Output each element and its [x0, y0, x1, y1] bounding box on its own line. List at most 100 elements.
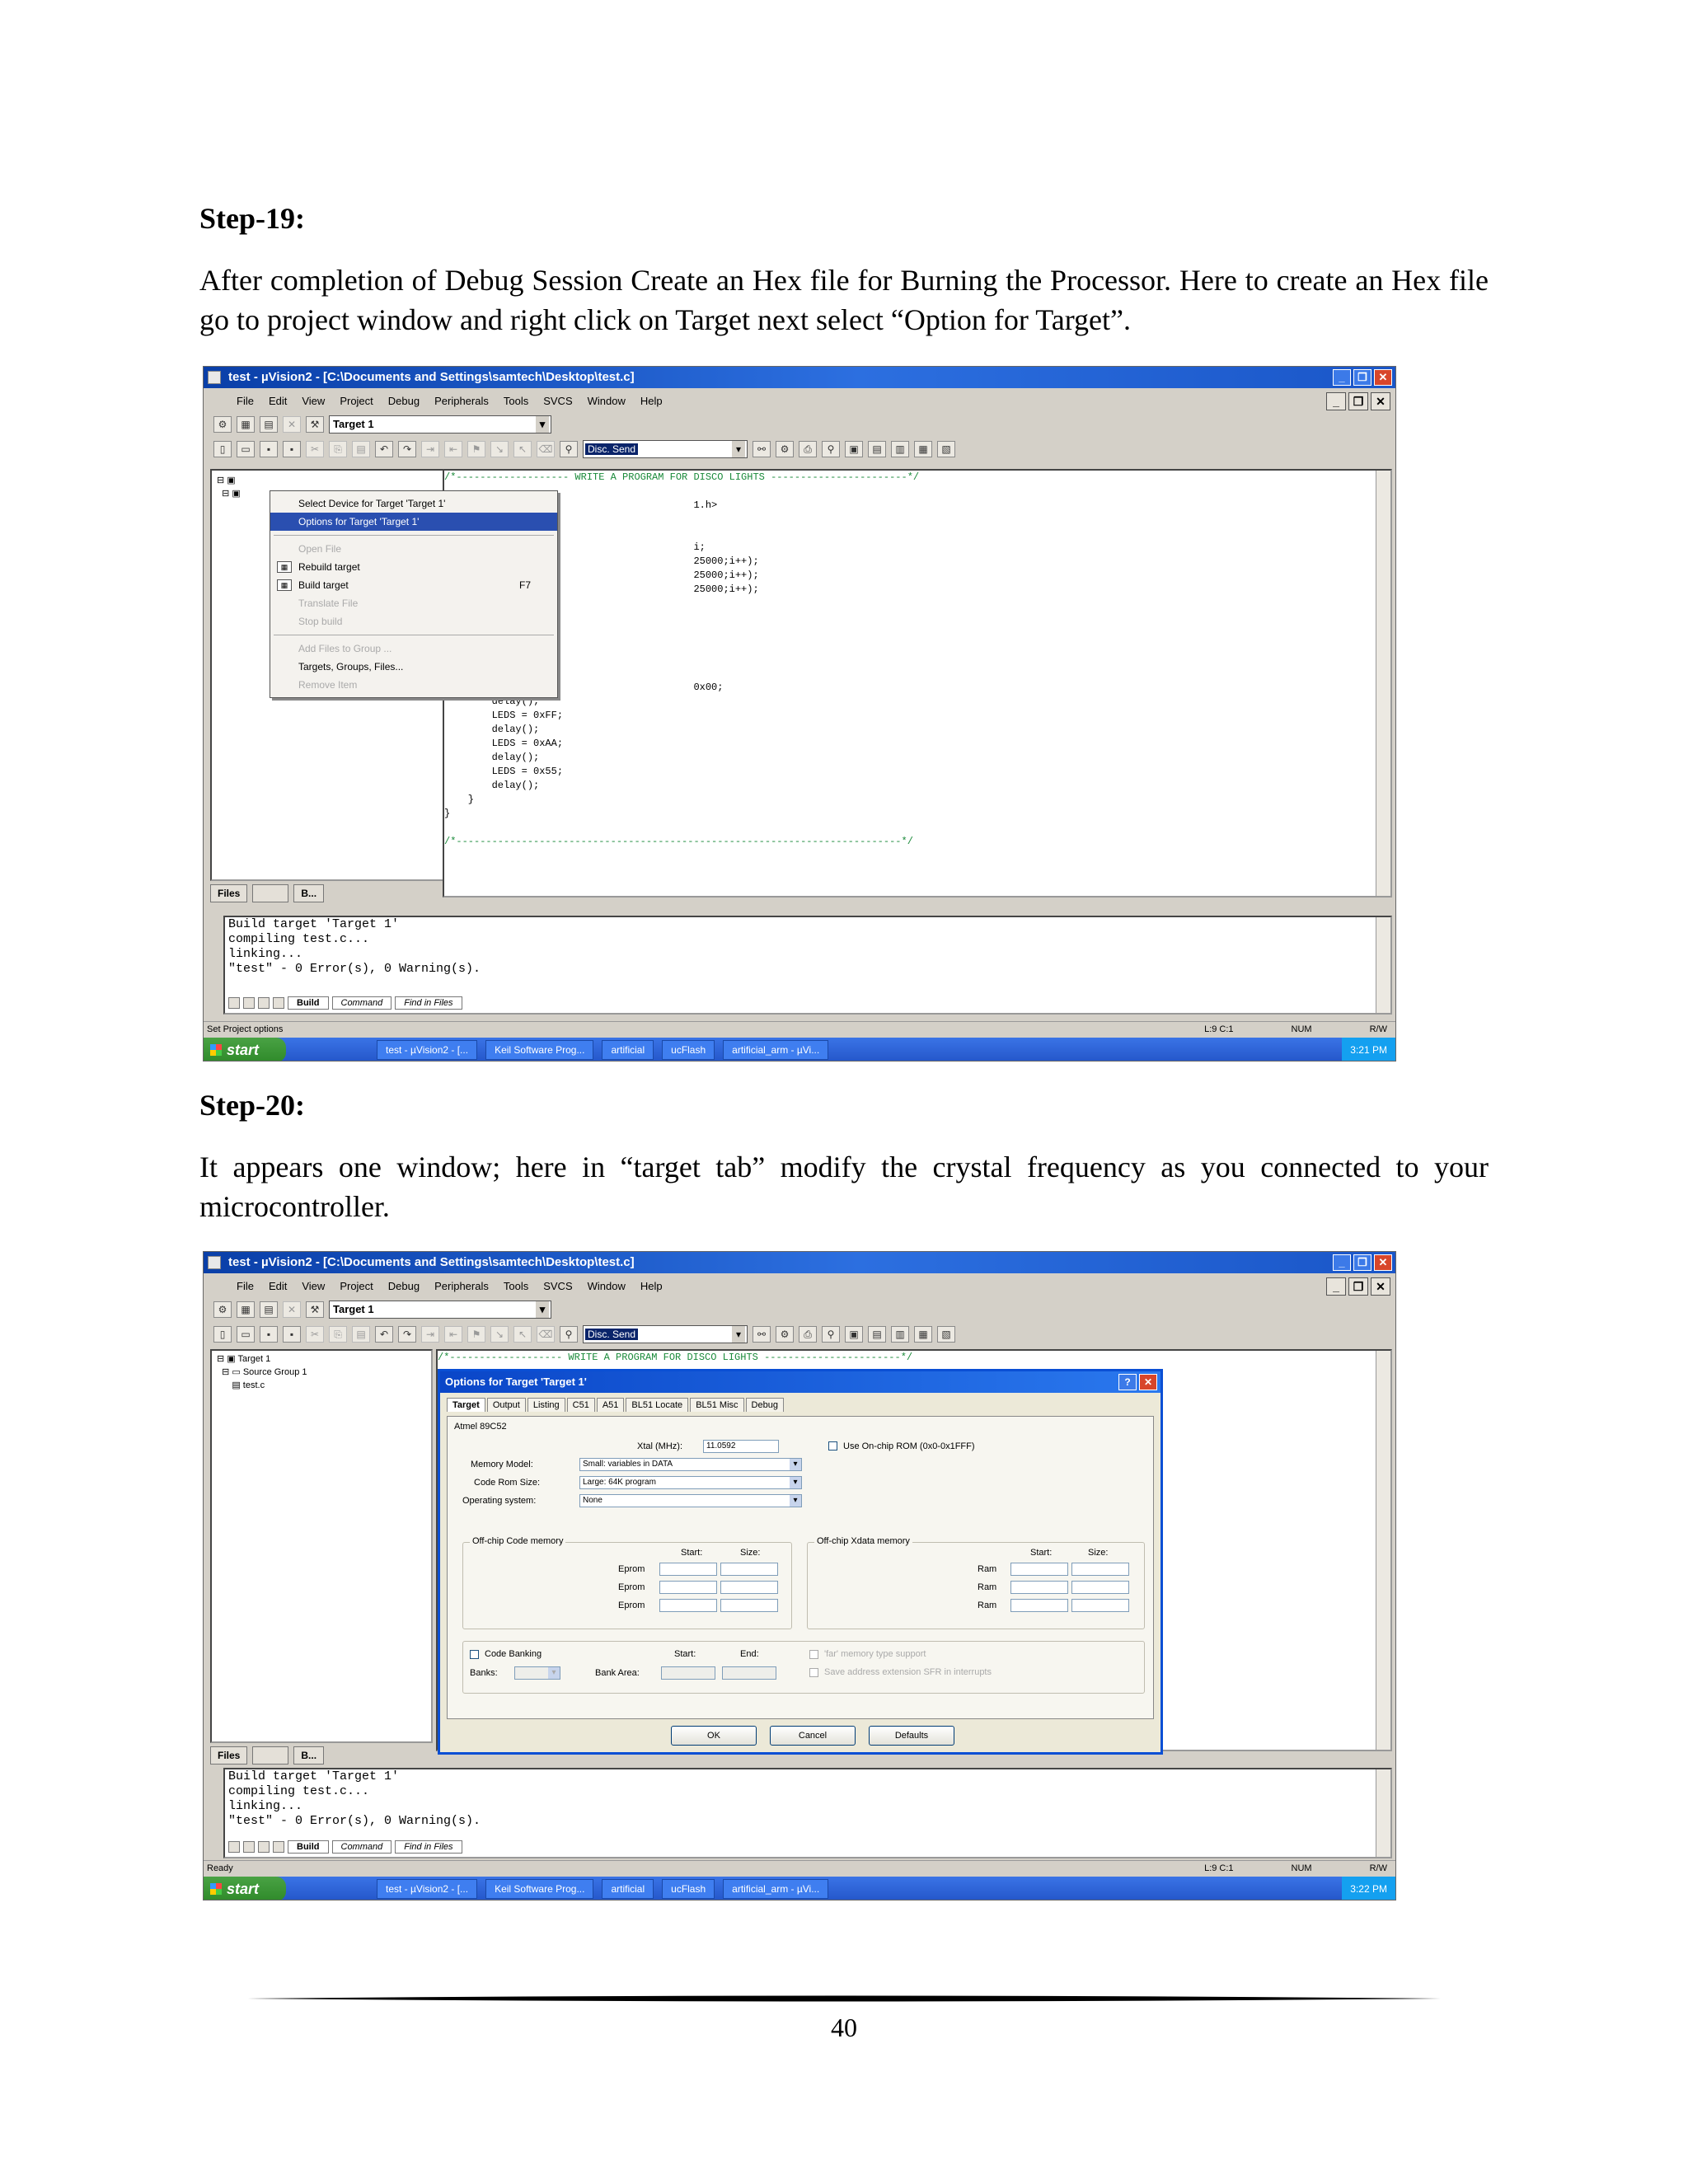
output-window-icon[interactable]: ▤ — [868, 441, 886, 457]
tab-build[interactable]: Build — [288, 1840, 329, 1854]
cut-icon[interactable]: ✂ — [306, 441, 324, 457]
bank-area-start-input[interactable] — [661, 1666, 715, 1680]
tab-output[interactable]: Output — [486, 1398, 526, 1412]
menu-peripherals[interactable]: Peripherals — [434, 391, 489, 411]
target-select[interactable]: Target 1 — [329, 415, 551, 434]
start-button[interactable]: start — [204, 1877, 286, 1900]
next-bookmark-icon[interactable]: ↘ — [490, 1326, 509, 1343]
memory-window-icon[interactable]: ▥ — [891, 441, 909, 457]
save-all-icon[interactable]: ▪ — [283, 1326, 301, 1343]
prev-bookmark-icon[interactable]: ↖ — [513, 1326, 532, 1343]
rebuild-icon[interactable]: ▤ — [260, 416, 278, 433]
ok-button[interactable]: OK — [671, 1726, 757, 1746]
task-artificial-arm[interactable]: artificial_arm - µVi... — [723, 1040, 829, 1060]
menu-help[interactable]: Help — [640, 1277, 663, 1296]
tools-icon[interactable]: ▧ — [937, 441, 955, 457]
bookmark-icon[interactable]: ⚑ — [467, 1326, 485, 1343]
target-options-icon[interactable]: ⚒ — [306, 416, 324, 433]
clear-bookmarks-icon[interactable]: ⌫ — [537, 1326, 555, 1343]
context-menu-item[interactable]: Translate File — [270, 594, 557, 612]
menu-project[interactable]: Project — [340, 1277, 373, 1296]
ram-start-input-2[interactable] — [1010, 1581, 1068, 1594]
task-ucflash[interactable]: ucFlash — [662, 1040, 715, 1060]
menu-window[interactable]: Window — [588, 391, 626, 411]
save-icon[interactable]: ▪ — [260, 1326, 278, 1343]
editor-vertical-scrollbar[interactable] — [1376, 1351, 1390, 1750]
far-memory-checkbox[interactable] — [809, 1650, 818, 1659]
menu-window[interactable]: Window — [588, 1277, 626, 1296]
xtal-input[interactable]: 11.0592 — [703, 1440, 779, 1453]
eprom-size-input-1[interactable] — [720, 1563, 778, 1576]
regs-tab[interactable] — [252, 884, 289, 902]
print-icon[interactable]: ⎙ — [799, 1326, 817, 1343]
project-tree[interactable]: ⊟ ▣ ⊟ ▣ — [217, 474, 241, 500]
restore-button[interactable]: ❐ — [1353, 1254, 1372, 1271]
context-menu-item[interactable]: Open File — [270, 540, 557, 558]
task-keil[interactable]: Keil Software Prog... — [485, 1879, 594, 1899]
tab-c51[interactable]: C51 — [566, 1398, 595, 1412]
tab-find-in-files[interactable]: Find in Files — [395, 1840, 462, 1854]
paste-icon[interactable]: ▤ — [352, 441, 370, 457]
mdi-restore-button[interactable]: ❐ — [1348, 392, 1368, 410]
save-icon[interactable]: ▪ — [260, 441, 278, 457]
unindent-icon[interactable]: ⇤ — [444, 1326, 462, 1343]
dialog-close-button[interactable]: ✕ — [1139, 1374, 1157, 1390]
tools-icon[interactable]: ▧ — [937, 1326, 955, 1343]
open-file-icon[interactable]: ▭ — [237, 1326, 255, 1343]
tab-bl51-locate[interactable]: BL51 Locate — [626, 1398, 689, 1412]
dialog-help-button[interactable]: ? — [1118, 1374, 1137, 1390]
watch-window-icon[interactable]: ▦ — [914, 1326, 932, 1343]
find-select[interactable]: Disc. Send — [583, 440, 748, 458]
editor-vertical-scrollbar[interactable] — [1376, 471, 1390, 896]
menu-edit[interactable]: Edit — [269, 391, 287, 411]
context-menu-item[interactable]: ▦ Build target F7 — [270, 576, 557, 594]
ram-size-input-2[interactable] — [1071, 1581, 1129, 1594]
project-window-icon[interactable]: ▣ — [845, 1326, 863, 1343]
tab-bl51-misc[interactable]: BL51 Misc — [690, 1398, 744, 1412]
binoculars-icon[interactable]: ⚯ — [753, 441, 771, 457]
copy-icon[interactable]: ⎘ — [329, 1326, 347, 1343]
project-tree[interactable]: ⊟ ▣ Target 1 ⊟ ▭ Source Group 1 ▤ test.c — [217, 1352, 307, 1392]
tab-a51[interactable]: A51 — [596, 1398, 625, 1412]
cut-icon[interactable]: ✂ — [306, 1326, 324, 1343]
mdi-minimize-button[interactable]: _ — [1326, 1277, 1346, 1296]
context-menu-item[interactable]: Remove Item — [270, 676, 557, 694]
next-bookmark-icon[interactable]: ↘ — [490, 441, 509, 457]
minimize-button[interactable]: _ — [1333, 369, 1351, 386]
new-file-icon[interactable]: ▯ — [213, 441, 232, 457]
last-tab-nav[interactable] — [273, 1841, 284, 1853]
ram-start-input-1[interactable] — [1010, 1563, 1068, 1576]
undo-icon[interactable]: ↶ — [375, 1326, 393, 1343]
defaults-button[interactable]: Defaults — [869, 1726, 954, 1746]
bank-area-end-input[interactable] — [722, 1666, 776, 1680]
context-menu-item[interactable]: Options for Target 'Target 1' — [270, 513, 557, 531]
ram-start-input-3[interactable] — [1010, 1599, 1068, 1612]
context-menu-item[interactable]: ▦ Rebuild target — [270, 558, 557, 576]
tab-target[interactable]: Target — [447, 1398, 485, 1412]
output-window-icon[interactable]: ▤ — [868, 1326, 886, 1343]
next-tab-nav[interactable] — [258, 997, 270, 1009]
print-icon[interactable]: ⎙ — [799, 441, 817, 457]
mdi-restore-button[interactable]: ❐ — [1348, 1277, 1368, 1296]
eprom-start-input-1[interactable] — [659, 1563, 717, 1576]
task-artificial-arm[interactable]: artificial_arm - µVi... — [723, 1879, 829, 1899]
prev-tab-nav[interactable] — [243, 1841, 255, 1853]
first-tab-nav[interactable] — [228, 997, 240, 1009]
regs-tab[interactable] — [252, 1746, 289, 1765]
stop-build-icon[interactable]: ✕ — [283, 416, 301, 433]
task-artificial[interactable]: artificial — [602, 1879, 654, 1899]
clear-bookmarks-icon[interactable]: ⌫ — [537, 441, 555, 457]
tree-source-group[interactable]: Source Group 1 — [243, 1367, 307, 1377]
undo-icon[interactable]: ↶ — [375, 441, 393, 457]
task-ucflash[interactable]: ucFlash — [662, 1879, 715, 1899]
tab-command[interactable]: Command — [331, 996, 392, 1010]
memory-window-icon[interactable]: ▥ — [891, 1326, 909, 1343]
last-tab-nav[interactable] — [273, 997, 284, 1009]
save-address-checkbox[interactable] — [809, 1668, 818, 1677]
tab-debug[interactable]: Debug — [745, 1398, 784, 1412]
books-tab[interactable]: B... — [293, 884, 325, 902]
find-in-files-icon[interactable]: ⚲ — [560, 1326, 578, 1343]
tab-command[interactable]: Command — [331, 1840, 392, 1854]
files-tab[interactable]: Files — [210, 884, 248, 902]
unindent-icon[interactable]: ⇤ — [444, 441, 462, 457]
